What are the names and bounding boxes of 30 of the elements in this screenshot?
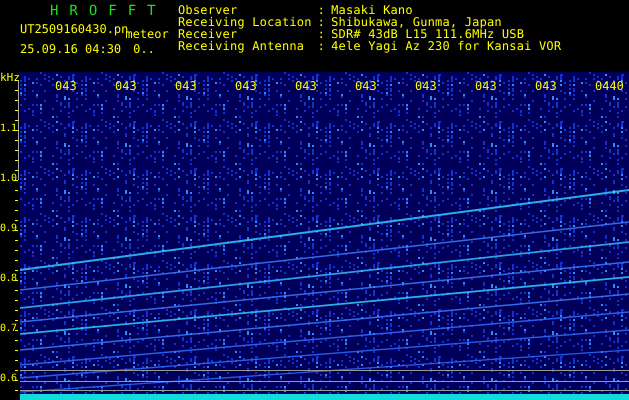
info-label: Receiving Location [178,16,312,28]
info-label: Receiver [178,28,238,40]
separator: : [318,40,326,52]
info-value: 4ele Yagi Az 230 for Kansai VOR [331,40,562,52]
separator: : [318,16,326,28]
info-value: SDR# 43dB L15 111.6MHz USB [331,28,524,40]
axis-tick-label: 0.6 [0,373,17,385]
axis-tick-label: 0.8 [0,273,17,285]
separator: : [318,4,326,16]
time-label: 043 [115,80,137,92]
app-title: HROFFT [50,4,167,18]
axis-tick-label: 1.0 [0,173,17,185]
time-label: 043 [415,80,437,92]
time-label: 043 [355,80,377,92]
axis-tick-label: 0.9 [0,223,17,235]
info-label: Receiving Antenna [178,40,306,52]
counter: 0.. [133,43,155,55]
time-label: 0440 [595,80,624,92]
time-label: 043 [235,80,257,92]
separator: : [318,28,326,40]
info-value: Shibukawa, Gunma, Japan [331,16,503,28]
time-label: 043 [295,80,317,92]
time-label: 043 [175,80,197,92]
time-label: 043 [535,80,557,92]
axis-tick-label: 0.7 [0,323,17,335]
timestamp: 25.09.16 04:30 [20,43,122,55]
info-value: Masaki Kano [331,4,414,16]
info-label: Observer [178,4,238,16]
time-label: 043 [475,80,497,92]
time-label: 043 [55,80,77,92]
